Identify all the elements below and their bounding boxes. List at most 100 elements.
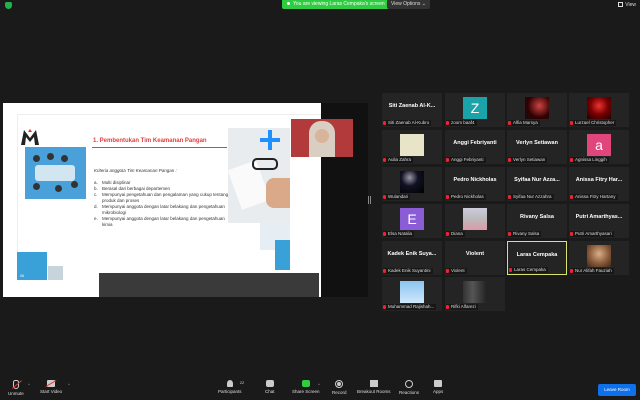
participant-name-label: Kadek Enik Suyantini xyxy=(383,268,433,274)
desk-photo xyxy=(227,128,290,223)
participant-name-text: Lurzael Christopher xyxy=(575,120,615,125)
participant-display-name: Siti Zaenab Al-K... xyxy=(388,103,436,109)
microphone-muted-icon xyxy=(446,194,449,199)
criteria-letter: e. xyxy=(94,216,98,221)
participant-video-thumbnail xyxy=(400,281,424,303)
microphone-muted-icon xyxy=(383,120,386,125)
microphone-muted-icon xyxy=(446,268,449,273)
participant-tile[interactable]: Anggi Febriyanti Anggi Febriyanti xyxy=(445,130,505,164)
view-button[interactable]: View xyxy=(618,2,636,8)
participant-name-label: zoom baaf4 xyxy=(446,120,477,126)
glasses-shape xyxy=(252,158,278,170)
participant-name-label: Agnissa Linggih xyxy=(570,157,609,163)
breakout-rooms-label: Breakout Rooms xyxy=(357,389,391,394)
start-video-button[interactable]: Start Video xyxy=(40,380,62,394)
microphone-muted-icon xyxy=(446,120,449,125)
participant-tile[interactable]: Siti Zaenab Al-K... Siti Zaenab Al-Kubro xyxy=(382,93,442,127)
participant-display-name: Kadek Enik Suya... xyxy=(387,251,437,257)
chat-button[interactable]: Chat xyxy=(265,380,275,394)
participant-tile[interactable]: Rivany Salsa Rivany Salsa xyxy=(507,204,567,238)
participant-tile[interactable]: Wulandari xyxy=(382,167,442,201)
company-logo xyxy=(21,129,39,145)
person-dot xyxy=(33,155,40,162)
participant-tile[interactable]: Lurzael Christopher xyxy=(569,93,629,127)
microphone-muted-icon xyxy=(383,157,386,162)
participant-name-text: Violent xyxy=(451,268,465,273)
slide-corner-block: 06 xyxy=(17,252,47,280)
slide-corner-block xyxy=(48,266,63,280)
microphone-muted-icon xyxy=(383,268,386,273)
participant-tile[interactable]: Zzoom baaf4 xyxy=(445,93,505,127)
participants-button[interactable]: 22 Participants xyxy=(218,380,244,394)
participant-display-name: Laras Cempaka xyxy=(516,252,558,258)
participant-tile[interactable]: Kadek Enik Suya... Kadek Enik Suyantini xyxy=(382,241,442,275)
participant-name-text: Siti Zaenab Al-Kubro xyxy=(388,120,430,125)
participant-name-label: Alfia Marsya xyxy=(508,120,540,126)
leave-room-button[interactable]: Leave Room xyxy=(598,384,636,396)
participant-tile[interactable]: Aulia Zahra xyxy=(382,130,442,164)
person-dot xyxy=(55,185,62,192)
share-screen-icon xyxy=(301,380,310,387)
participant-display-name: Anissa Fitry Har... xyxy=(575,177,623,183)
participant-tile[interactable]: Laras Cempaka Laras Cempaka xyxy=(507,241,567,275)
participant-name-label: Muhammad Rajishah... xyxy=(383,304,437,310)
criteria-text: Mempunyai pengetahuan dan pengalaman yan… xyxy=(102,192,229,203)
microphone-muted-icon xyxy=(446,157,449,162)
participant-display-name: Putri Amarthyas... xyxy=(575,214,623,220)
audio-options-chevron-icon[interactable]: ^ xyxy=(28,382,30,387)
microphone-muted-icon xyxy=(570,231,573,236)
participant-tile[interactable]: Nur Alifah Fauziah xyxy=(569,241,629,275)
reactions-button[interactable]: Reactions xyxy=(399,380,419,395)
participant-name-label: Putri Amarthyasari xyxy=(570,231,614,237)
participant-name-text: Anissa Fitry Hartany xyxy=(575,194,616,199)
record-label: Record xyxy=(332,390,347,395)
participant-tile[interactable]: Rifki Alfarezi xyxy=(445,277,505,311)
participant-name-text: Verlyn Setiawan xyxy=(513,157,546,162)
share-indicator-icon xyxy=(287,2,290,6)
presenter-face xyxy=(315,129,329,143)
participant-display-name: Violent xyxy=(465,251,485,257)
slide-title: 1. Pembentukan Tim Keamanan Pangan xyxy=(93,138,207,144)
participant-tile[interactable]: Violent Violent xyxy=(445,241,505,275)
person-dot xyxy=(61,155,68,162)
breakout-rooms-button[interactable]: Breakout Rooms xyxy=(357,380,391,394)
participant-tile[interactable]: Anissa Fitry Har... Anissa Fitry Hartany xyxy=(569,167,629,201)
share-options-chevron-icon[interactable]: ^ xyxy=(318,382,320,387)
participant-name-text: Kadek Enik Suyantini xyxy=(388,268,431,273)
security-shield-icon[interactable] xyxy=(5,2,12,9)
unmute-button[interactable]: Unmute xyxy=(8,380,24,396)
panel-splitter-handle[interactable] xyxy=(368,196,371,204)
participant-tile[interactable]: Verlyn Setiawan Verlyn Setiawan xyxy=(507,130,567,164)
criteria-heading: Kriteria anggota Tim Keamanan Pangan : xyxy=(94,168,177,173)
participant-tile[interactable]: Pedro Nickholas Pedro Nickholas xyxy=(445,167,505,201)
title-underline xyxy=(92,147,227,148)
camera-off-icon xyxy=(47,380,56,387)
view-options-button[interactable]: View Options ⌄ xyxy=(387,0,430,9)
video-options-chevron-icon[interactable]: ^ xyxy=(68,382,70,387)
participant-name-text: Diana xyxy=(451,231,463,236)
criteria-item: e. Mempunyai anggota dengan latar belakan… xyxy=(94,216,229,228)
record-button[interactable]: Record xyxy=(332,380,347,395)
participant-tile[interactable]: Muhammad Rajishah... xyxy=(382,277,442,311)
participant-tile[interactable]: Syifaa Nur Azza... Syifaa Nur Azzahra xyxy=(507,167,567,201)
participant-tile[interactable]: a Agnissa Linggih xyxy=(569,130,629,164)
microphone-muted-icon xyxy=(446,304,449,309)
participant-display-name: Rivany Salsa xyxy=(520,214,554,220)
share-screen-button[interactable]: Share Screen xyxy=(292,380,320,394)
person-dot xyxy=(47,153,54,160)
participant-tile[interactable]: Putri Amarthyas... Putri Amarthyasari xyxy=(569,204,629,238)
participant-tile[interactable]: Diana xyxy=(445,204,505,238)
participant-video-thumbnail xyxy=(587,97,611,119)
taskbar-strip xyxy=(99,273,319,297)
apps-icon xyxy=(434,380,443,387)
person-dot xyxy=(71,181,78,188)
participant-name-label: Siti Zaenab Al-Kubro xyxy=(383,120,432,126)
apps-button[interactable]: Apps xyxy=(433,380,443,394)
participant-display-name: Verlyn Setiawan xyxy=(516,140,558,146)
participant-name-label: Wulandari xyxy=(383,194,411,200)
participant-name-text: Laras Cempaka xyxy=(514,267,546,272)
presenter-video-overlay[interactable] xyxy=(291,119,353,157)
participant-tile[interactable]: Alfia Marsya xyxy=(507,93,567,127)
participant-tile[interactable]: E Elsa Natalia xyxy=(382,204,442,238)
participant-video-thumbnail xyxy=(463,208,487,230)
